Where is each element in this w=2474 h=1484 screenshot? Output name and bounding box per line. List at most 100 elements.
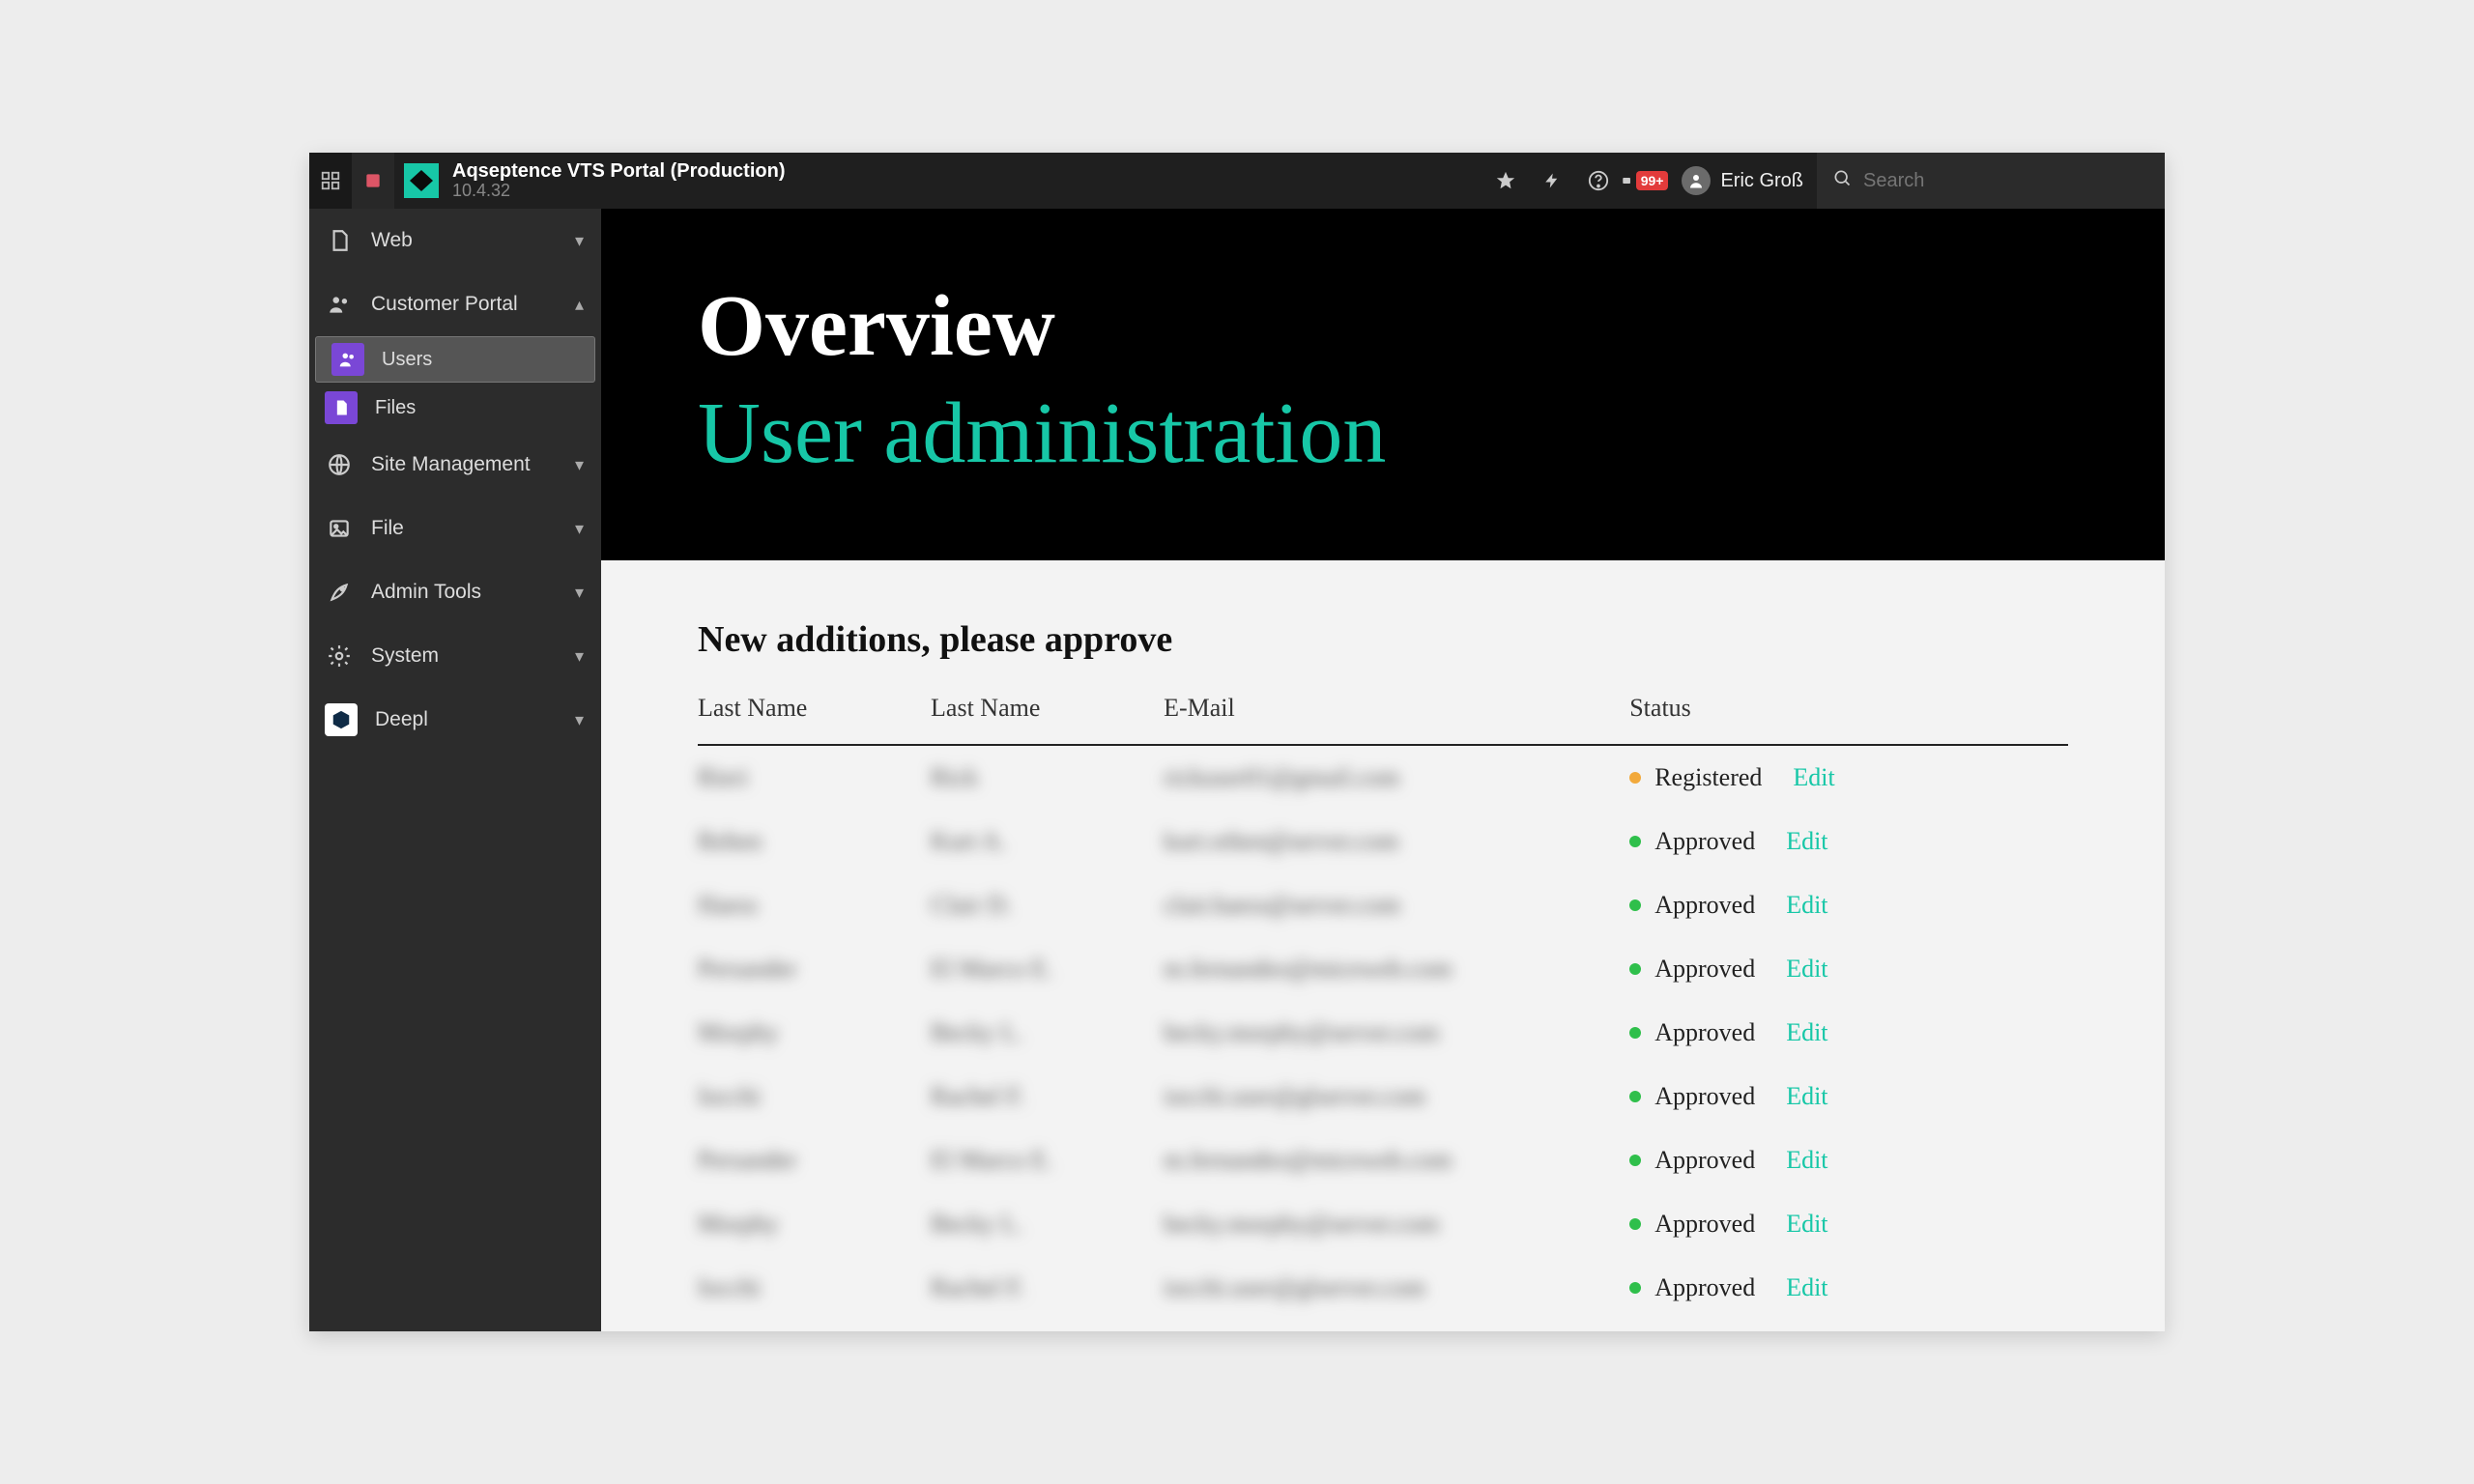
sidebar-item-label: Users: [382, 349, 432, 371]
cell-status: Approved Edit: [1629, 873, 2068, 937]
sidebar-item-web[interactable]: Web ▾: [309, 209, 601, 272]
user-menu[interactable]: Eric Groß: [1668, 153, 1817, 209]
inbox-icon: [1622, 170, 1631, 191]
notifications-button[interactable]: 99+: [1622, 153, 1668, 209]
sidebar-item-customer-portal[interactable]: Customer Portal ▴: [309, 272, 601, 336]
status-label: Approved: [1654, 827, 1755, 856]
cell-status: ApprovedEdit: [1629, 1128, 2068, 1192]
cell-status: Approved Edit: [1629, 810, 2068, 873]
status-dot: [1629, 1027, 1641, 1039]
table-row: PersanderEl Marco E.m.fernandez@miceweb.…: [698, 1128, 2068, 1192]
sidebar: Web ▾ Customer Portal ▴ Users: [309, 209, 601, 1331]
apps-grid-button[interactable]: [309, 153, 352, 209]
status-label: Registered: [1654, 763, 1762, 792]
table-row: IocchiRachel F.iocchi.user@glserver.comA…: [698, 1065, 2068, 1128]
cell-email: becky.morphy@server.com: [1164, 1192, 1629, 1256]
app-logo: [404, 163, 439, 198]
avatar: [1682, 166, 1711, 195]
cell-last-name: Persander: [698, 937, 931, 1001]
cell-email: m.fernandez@miceweb.com: [1164, 1128, 1629, 1192]
hero: Overview User administration: [601, 209, 2165, 560]
sidebar-item-users[interactable]: Users: [315, 336, 595, 383]
cell-status: ApprovedEdit: [1629, 1256, 2068, 1320]
status-dot: [1629, 963, 1641, 975]
globe-icon: [325, 450, 354, 479]
cell-first-name: Clair D.: [931, 873, 1164, 937]
status-dot: [1629, 836, 1641, 847]
sidebar-item-label: System: [371, 644, 439, 668]
cell-first-name: Rachel F.: [931, 1256, 1164, 1320]
context-button[interactable]: [352, 153, 394, 209]
edit-link[interactable]: Edit: [1786, 955, 1827, 984]
cell-email: iocchi.user@glserver.com: [1164, 1256, 1629, 1320]
people-icon: [325, 290, 354, 319]
sidebar-item-label: Deepl: [375, 708, 428, 731]
favorite-button[interactable]: [1482, 153, 1529, 209]
cell-status: Approved Edit: [1629, 1001, 2068, 1065]
edit-link[interactable]: Edit: [1786, 891, 1827, 920]
sidebar-item-system[interactable]: System ▾: [309, 624, 601, 688]
deepl-icon: [325, 703, 358, 736]
user-name-label: Eric Groß: [1720, 170, 1803, 192]
page-title: Overview: [698, 276, 2068, 376]
sidebar-item-site-management[interactable]: Site Management ▾: [309, 433, 601, 497]
chevron-down-icon: ▾: [575, 646, 584, 667]
chevron-down-icon: ▾: [575, 455, 584, 475]
app-window: Aqseptence VTS Portal (Production) 10.4.…: [309, 153, 2165, 1331]
status-label: Approved: [1654, 891, 1755, 920]
cell-first-name: El Marco E.: [931, 937, 1164, 1001]
cell-last-name: Morphy: [698, 1192, 931, 1256]
app-version: 10.4.32: [452, 182, 785, 201]
col-email: E-Mail: [1164, 694, 1629, 745]
grid-icon: [320, 170, 341, 191]
cell-last-name: Morphy: [698, 1001, 931, 1065]
status-dot: [1629, 1155, 1641, 1166]
status-label: Approved: [1654, 1018, 1755, 1047]
sidebar-item-file[interactable]: File ▾: [309, 497, 601, 560]
status-dot: [1629, 1091, 1641, 1102]
status-dot: [1629, 772, 1641, 784]
lightning-button[interactable]: [1529, 153, 1575, 209]
sidebar-item-admin-tools[interactable]: Admin Tools ▾: [309, 560, 601, 624]
main-content: Overview User administration New additio…: [601, 209, 2165, 1331]
cell-last-name: Iocchi: [698, 1256, 931, 1320]
page-subtitle: User administration: [698, 384, 2068, 483]
chevron-down-icon: ▾: [575, 231, 584, 251]
edit-link[interactable]: Edit: [1786, 1146, 1827, 1175]
content: New additions, please approve Last Name …: [601, 560, 2165, 1331]
sidebar-item-label: File: [371, 517, 404, 540]
edit-link[interactable]: Edit: [1786, 1018, 1827, 1047]
edit-link[interactable]: Edit: [1786, 1210, 1827, 1239]
table-row: IocchiRachel F.iocchi.user@glserver.comA…: [698, 1256, 2068, 1320]
edit-link[interactable]: Edit: [1786, 1273, 1827, 1302]
sidebar-item-files[interactable]: Files: [309, 383, 601, 433]
cell-last-name: Iocchi: [698, 1065, 931, 1128]
search-input[interactable]: [1863, 170, 2143, 192]
lightning-icon: [1543, 170, 1561, 191]
cell-first-name: Becky L.: [931, 1001, 1164, 1065]
cell-first-name: Kurt A.: [931, 810, 1164, 873]
table-row: HaessClair D.clair.haess@server.comAppro…: [698, 873, 2068, 937]
cell-first-name: Rachel F.: [931, 1065, 1164, 1128]
global-search[interactable]: [1817, 153, 2165, 209]
help-button[interactable]: [1575, 153, 1622, 209]
cell-email: iocchi.user@glserver.com: [1164, 1065, 1629, 1128]
sidebar-item-label: Files: [375, 397, 416, 419]
cell-status: Registered Edit: [1629, 745, 2068, 810]
edit-link[interactable]: Edit: [1786, 827, 1827, 856]
col-status: Status: [1629, 694, 2068, 745]
sidebar-item-label: Customer Portal: [371, 293, 518, 316]
edit-link[interactable]: Edit: [1786, 1082, 1827, 1111]
cell-last-name: Rieri: [698, 745, 931, 810]
files-icon: [325, 391, 358, 424]
topbar: Aqseptence VTS Portal (Production) 10.4.…: [309, 153, 2165, 209]
table-row: PersanderEl Marco E.m.fernandez@miceweb.…: [698, 937, 2068, 1001]
table-row: RieriRickrickuser01@gmail.comRegisteredE…: [698, 745, 2068, 810]
sidebar-item-deepl[interactable]: Deepl ▾: [309, 688, 601, 752]
edit-link[interactable]: Edit: [1793, 763, 1834, 792]
cell-first-name: Rick: [931, 745, 1164, 810]
chevron-up-icon: ▴: [575, 295, 584, 315]
table-row: RehenKurt A.kurt.rehen@server.comApprove…: [698, 810, 2068, 873]
status-label: Approved: [1654, 1210, 1755, 1239]
cell-last-name: Persander: [698, 1128, 931, 1192]
